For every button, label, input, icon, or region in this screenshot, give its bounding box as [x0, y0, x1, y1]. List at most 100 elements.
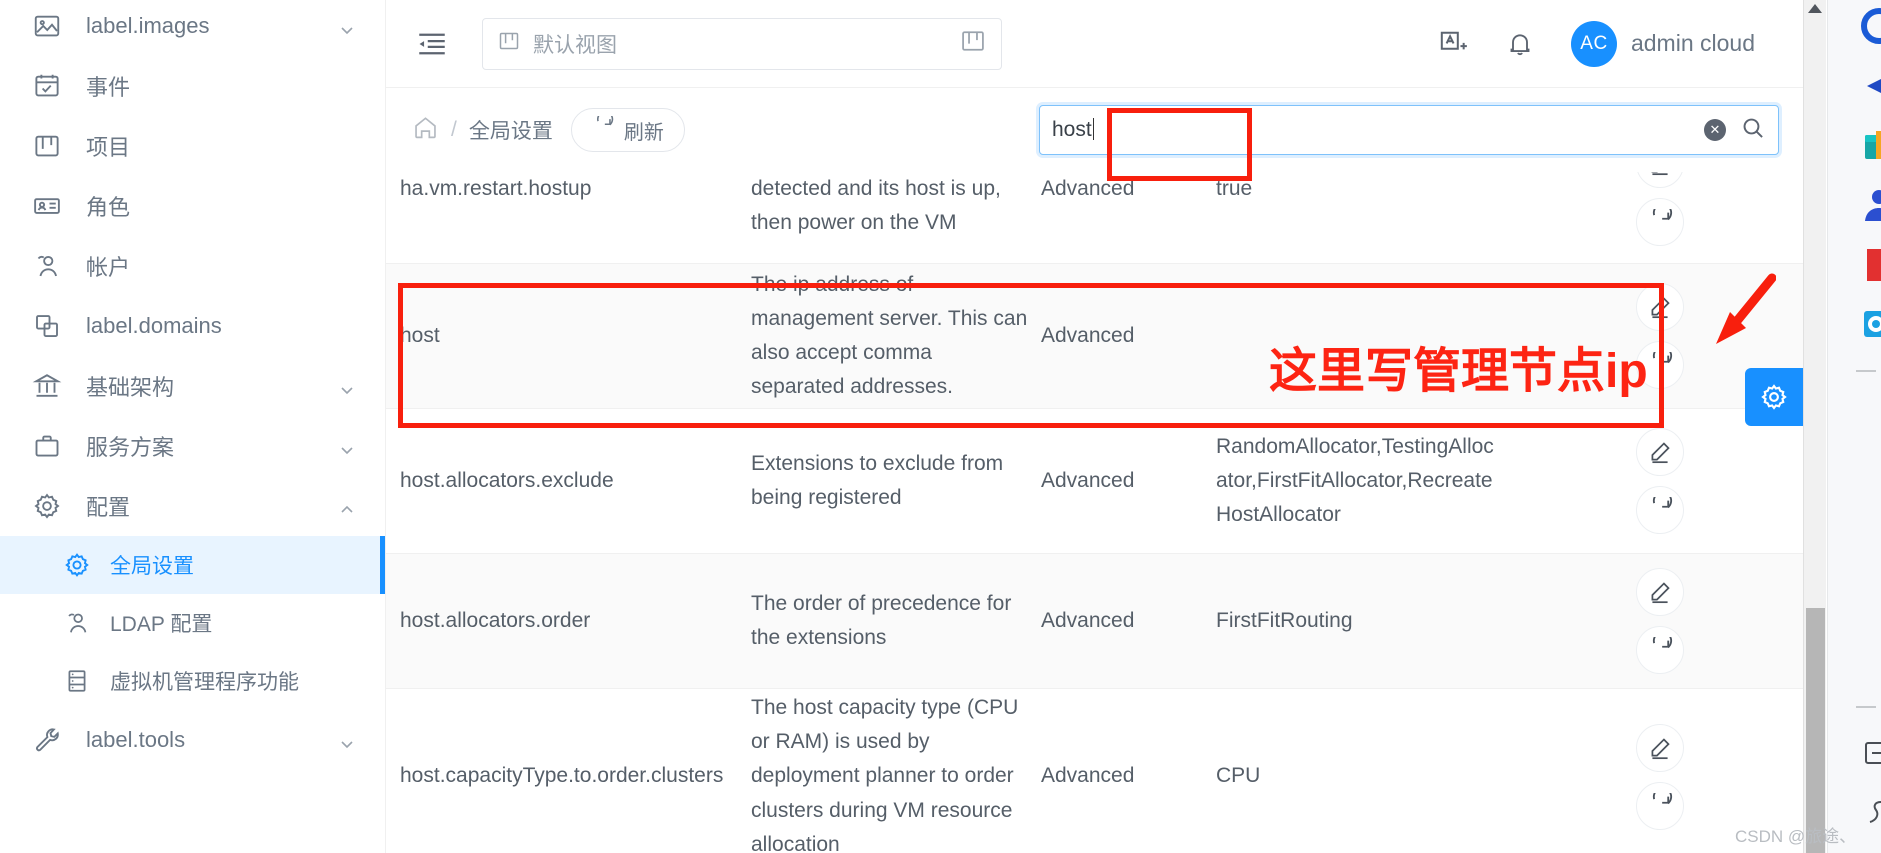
username-label: admin cloud: [1630, 30, 1755, 56]
blue-arrow-app-icon[interactable]: [1856, 66, 1881, 106]
sidebar-item-projects[interactable]: 项目: [0, 116, 385, 176]
gift-app-icon[interactable]: [1856, 125, 1881, 165]
table-row[interactable]: host The ip address of management server…: [386, 264, 1803, 409]
domain-icon: [30, 309, 64, 343]
sidebar-item-label: label.images: [86, 13, 210, 38]
breadcrumb: / 全局设置: [412, 114, 553, 147]
scrollbar-thumb[interactable]: [1806, 608, 1825, 853]
sidebar-item-domains[interactable]: label.domains: [0, 296, 385, 356]
breadcrumb-separator: /: [451, 118, 457, 141]
view-select[interactable]: 默认视图: [482, 17, 1002, 70]
home-icon[interactable]: [412, 114, 439, 147]
sidebar-item-events[interactable]: 事件: [0, 56, 385, 116]
setting-name: host: [400, 323, 440, 347]
sidebar-item-label: 配置: [86, 495, 131, 520]
page-scrollbar[interactable]: [1803, 0, 1826, 853]
sidebar-item-global-settings[interactable]: 全局设置: [0, 536, 385, 594]
briefcase-icon: [30, 429, 64, 463]
reset-button[interactable]: [1635, 198, 1684, 246]
scroll-up-arrow-icon[interactable]: [1808, 4, 1822, 13]
setting-scope: Advanced: [1041, 177, 1135, 200]
misc-app-icon[interactable]: [1856, 793, 1881, 833]
project-view-icon[interactable]: [959, 27, 987, 61]
user-group-icon: [30, 249, 64, 283]
setting-scope: Advanced: [1041, 468, 1135, 492]
sidebar-item-roles[interactable]: 角色: [0, 176, 385, 236]
refresh-icon: [592, 111, 614, 144]
chevron-down-icon: [339, 378, 355, 395]
setting-value: RandomAllocator,TestingAllocator,FirstFi…: [1216, 434, 1494, 526]
breadcrumb-bar: / 全局设置 刷新 host ✕: [386, 88, 1803, 172]
chevron-down-icon: [339, 732, 355, 749]
cell-description: Extensions to exclude from being registe…: [751, 409, 1041, 553]
menu-fold-icon[interactable]: [408, 20, 456, 68]
sidebar-item-infrastructure[interactable]: 基础架构: [0, 356, 385, 416]
user-app-icon[interactable]: [1856, 185, 1881, 225]
image-icon: [30, 9, 64, 43]
cell-value: true: [1216, 172, 1516, 206]
table-row[interactable]: host.capacityType.to.order.clusters The …: [386, 689, 1803, 853]
cell-scope: Advanced: [1041, 172, 1216, 206]
user-menu[interactable]: AC admin cloud: [1570, 20, 1755, 67]
cell-description: The order of precedence for the extensio…: [751, 554, 1041, 688]
edit-button[interactable]: [1635, 283, 1684, 331]
main-content: 默认视图 AC admin cloud / 全局设置 刷新 host ✕ ha.…: [386, 0, 1803, 853]
wrench-icon: [30, 723, 64, 757]
setting-description: detected and its host is up, then power …: [751, 177, 1001, 235]
search-icon[interactable]: [1740, 115, 1766, 146]
search-input[interactable]: host ✕: [1039, 105, 1779, 155]
edit-button[interactable]: [1635, 428, 1684, 476]
sidebar-item-images[interactable]: label.images: [0, 0, 385, 56]
sidebar-item-label: 基础架构: [86, 375, 175, 400]
clear-circle-icon[interactable]: ✕: [1704, 119, 1726, 141]
table-row[interactable]: host.allocators.order The order of prece…: [386, 554, 1803, 689]
sidebar-item-configuration[interactable]: 配置: [0, 476, 385, 536]
top-bar: 默认视图 AC admin cloud: [386, 0, 1803, 88]
red-app-icon[interactable]: [1856, 245, 1881, 285]
cell-scope: Advanced: [1041, 689, 1216, 853]
breadcrumb-current[interactable]: 全局设置: [469, 115, 553, 145]
edit-button[interactable]: [1635, 723, 1684, 772]
sidebar-item-label: label.tools: [86, 727, 186, 752]
chevron-down-icon: [339, 438, 355, 455]
view-select-value: 默认视图: [533, 33, 617, 57]
setting-value: FirstFitRouting: [1216, 608, 1353, 632]
refresh-button[interactable]: 刷新: [570, 108, 685, 152]
setting-scope: Advanced: [1041, 764, 1135, 788]
cell-actions: [1516, 409, 1803, 553]
edit-button[interactable]: [1635, 172, 1684, 188]
reset-button[interactable]: [1635, 781, 1684, 830]
id-card-icon: [30, 189, 64, 223]
reset-button[interactable]: [1635, 486, 1684, 534]
translate-icon[interactable]: [1437, 28, 1469, 60]
sidebar-item-tools[interactable]: label.tools: [0, 710, 385, 770]
cell-name: host.allocators.order: [386, 554, 751, 688]
reset-button[interactable]: [1635, 626, 1684, 674]
reset-button[interactable]: [1635, 341, 1684, 389]
sidebar-item-label: 项目: [86, 135, 131, 160]
cell-actions: [1516, 554, 1803, 688]
bank-icon: [30, 369, 64, 403]
cell-description: The host capacity type (CPU or RAM) is u…: [751, 689, 1041, 853]
search-value: host: [1052, 118, 1092, 141]
settings-fab-button[interactable]: [1745, 368, 1803, 426]
sidebar-item-service-offerings[interactable]: 服务方案: [0, 416, 385, 476]
sidebar-item-ldap-configuration[interactable]: LDAP 配置: [0, 594, 385, 652]
setting-name: ha.vm.restart.hostup: [400, 177, 592, 200]
sidebar-item-hypervisor-capabilities[interactable]: 虚拟机管理程序功能: [0, 652, 385, 710]
table-row[interactable]: ha.vm.restart.hostup detected and its ho…: [386, 172, 1803, 264]
table-row[interactable]: host.allocators.exclude Extensions to ex…: [386, 409, 1803, 554]
sidebar-item-label: 角色: [86, 195, 131, 220]
browser-app-icon[interactable]: [1856, 6, 1881, 46]
top-bar-actions: AC admin cloud: [1437, 20, 1755, 67]
edit-button[interactable]: [1635, 568, 1684, 616]
bell-icon[interactable]: [1505, 29, 1535, 59]
outlook-app-icon[interactable]: [1856, 304, 1881, 344]
cell-name: host.capacityType.to.order.clusters: [386, 689, 751, 853]
sidebar-item-accounts[interactable]: 帐户: [0, 236, 385, 296]
window-app-icon[interactable]: [1856, 734, 1881, 774]
setting-value: true: [1216, 177, 1253, 200]
sidebar-item-label: 事件: [86, 75, 131, 100]
project-icon: [30, 129, 64, 163]
chevron-up-icon: [339, 498, 355, 514]
